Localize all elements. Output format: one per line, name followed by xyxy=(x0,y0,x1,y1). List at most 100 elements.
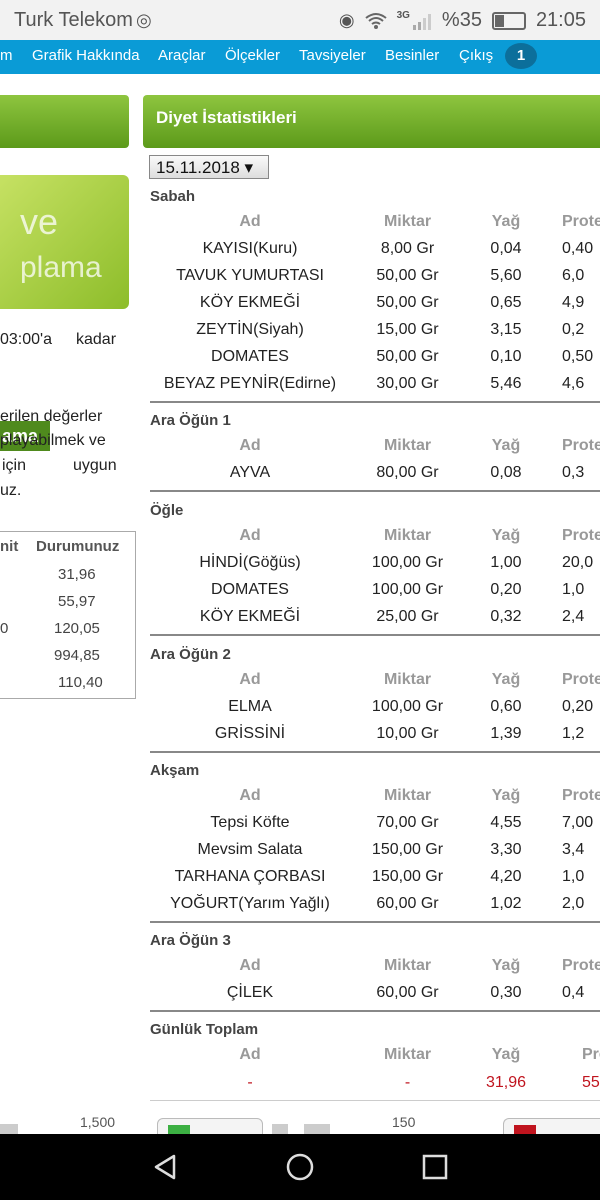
food-fat: 3,15 xyxy=(490,321,522,338)
left-panel-header xyxy=(0,95,129,148)
col-header-ad: Ad xyxy=(239,1046,261,1063)
left-banner-image: ve ama plama xyxy=(0,175,129,451)
food-protein: 0,4 xyxy=(562,984,585,1001)
nav-item-cikis[interactable]: Çıkış xyxy=(459,47,493,64)
status-bar: Turk Telekom ◎ ◉ 3G %35 21:05 xyxy=(0,0,600,40)
food-fat: 0,60 xyxy=(490,698,522,715)
section-divider xyxy=(150,1100,600,1101)
partial-control[interactable] xyxy=(272,1124,288,1134)
section-divider xyxy=(150,490,600,492)
eye-icon: ◉ xyxy=(338,10,355,30)
left-text-line3: playabilmek ve xyxy=(0,432,106,449)
food-amount: 100,00 Gr xyxy=(371,554,444,571)
food-name: ZEYTİN(Siyah) xyxy=(196,321,304,338)
top-nav: m Grafik Hakkında Araçlar Ölçekler Tavsi… xyxy=(0,40,600,74)
nav-item-olcekler[interactable]: Ölçekler xyxy=(225,47,280,64)
col-header-protein: Prote xyxy=(562,527,600,544)
home-icon[interactable] xyxy=(285,1152,315,1182)
back-icon[interactable] xyxy=(150,1152,180,1182)
col-header-protein: Prote xyxy=(562,957,600,974)
col-header-miktar: Miktar xyxy=(383,957,432,974)
total-amount: - xyxy=(404,1074,411,1091)
food-fat: 1,39 xyxy=(490,725,522,742)
food-protein: 7,00 xyxy=(562,814,594,831)
food-protein: 1,2 xyxy=(562,725,585,742)
food-fat: 0,08 xyxy=(490,464,522,481)
food-amount: 70,00 Gr xyxy=(376,814,439,831)
diet-stats-title: Diyet İstatistikleri xyxy=(156,108,297,127)
meal-title: Akşam xyxy=(150,762,200,779)
nav-item-grafik-hakkinda[interactable]: Grafik Hakkında xyxy=(32,47,140,64)
col-header-yag: Yağ xyxy=(491,213,521,230)
left-table-value: 120,05 xyxy=(54,620,100,637)
food-name: TARHANA ÇORBASI xyxy=(174,868,326,885)
clock: 21:05 xyxy=(535,9,586,31)
left-table-value: 110,40 xyxy=(58,674,103,691)
food-protein: 0,40 xyxy=(562,240,594,257)
food-name: Tepsi Köfte xyxy=(210,814,290,831)
col-header-protein: Prote xyxy=(562,437,600,454)
nav-item-besinler[interactable]: Besinler xyxy=(385,47,439,64)
banner-text-top: ve xyxy=(20,201,59,242)
food-fat: 0,04 xyxy=(490,240,522,257)
col-header-miktar: Miktar xyxy=(383,527,432,544)
food-name: DOMATES xyxy=(211,581,289,598)
recents-icon[interactable] xyxy=(420,1152,450,1182)
food-fat: 0,20 xyxy=(490,581,522,598)
food-fat: 4,20 xyxy=(490,868,522,885)
food-name: TAVUK YUMURTASI xyxy=(176,267,324,284)
food-name: Mevsim Salata xyxy=(197,841,303,858)
system-nav-bar xyxy=(0,1134,600,1200)
food-fat: 1,02 xyxy=(490,895,522,912)
food-amount: 25,00 Gr xyxy=(376,608,439,625)
col-header-miktar: Miktar xyxy=(383,213,432,230)
food-amount: 50,00 Gr xyxy=(376,267,439,284)
meal-title: Öğle xyxy=(150,502,184,519)
col-header-protein: Prote xyxy=(562,213,600,230)
date-select[interactable]: 15.11.2018 ▾ xyxy=(149,155,269,179)
food-name: GRİSSİNİ xyxy=(214,725,286,742)
food-name: DOMATES xyxy=(211,348,289,365)
section-divider xyxy=(150,401,600,403)
col-header-yag: Yağ xyxy=(491,671,521,688)
banner-text-bottom: plama xyxy=(20,251,102,284)
food-protein: 1,0 xyxy=(562,581,585,598)
food-amount: 150,00 Gr xyxy=(371,868,444,885)
left-text-line5: uz. xyxy=(0,482,22,499)
food-fat: 4,55 xyxy=(490,814,522,831)
bottom-partial-strip: 1,500 150 xyxy=(0,1110,600,1138)
nav-item-tavsiyeler[interactable]: Tavsiyeler xyxy=(299,47,366,64)
left-table-unit-partial: 0 xyxy=(0,620,9,637)
total-name: - xyxy=(247,1074,253,1091)
food-protein: 20,0 xyxy=(562,554,594,571)
food-fat: 5,46 xyxy=(490,375,522,392)
meal-title: Ara Öğün 2 xyxy=(150,646,231,663)
food-protein: 0,50 xyxy=(562,348,594,365)
food-amount: 10,00 Gr xyxy=(376,725,439,742)
partial-control[interactable] xyxy=(0,1124,18,1134)
notification-badge[interactable]: 1 xyxy=(505,43,537,69)
col-header-ad: Ad xyxy=(239,671,261,688)
food-fat: 3,30 xyxy=(490,841,522,858)
food-amount: 60,00 Gr xyxy=(376,984,439,1001)
col-header-ad: Ad xyxy=(239,957,261,974)
food-name: HİNDİ(Göğüs) xyxy=(199,554,301,571)
partial-control[interactable] xyxy=(304,1124,330,1134)
signal-icon xyxy=(412,13,431,30)
food-amount: 80,00 Gr xyxy=(376,464,439,481)
food-protein: 2,4 xyxy=(562,608,585,625)
network-type: 3G xyxy=(396,10,410,21)
food-amount: 50,00 Gr xyxy=(376,294,439,311)
nav-item-araclar[interactable]: Araçlar xyxy=(158,47,206,64)
nav-item-partial[interactable]: m xyxy=(0,47,13,64)
battery-percent: %35 xyxy=(441,9,482,31)
food-fat: 0,30 xyxy=(490,984,522,1001)
meal-title: Günlük Toplam xyxy=(150,1021,259,1038)
food-name: ÇİLEK xyxy=(226,984,274,1001)
food-protein: 0,2 xyxy=(562,321,585,338)
col-header-ad: Ad xyxy=(239,527,261,544)
left-table-value: 994,85 xyxy=(54,647,100,664)
food-fat: 5,60 xyxy=(490,267,522,284)
food-name: AYVA xyxy=(229,464,271,481)
food-amount: 100,00 Gr xyxy=(371,698,444,715)
